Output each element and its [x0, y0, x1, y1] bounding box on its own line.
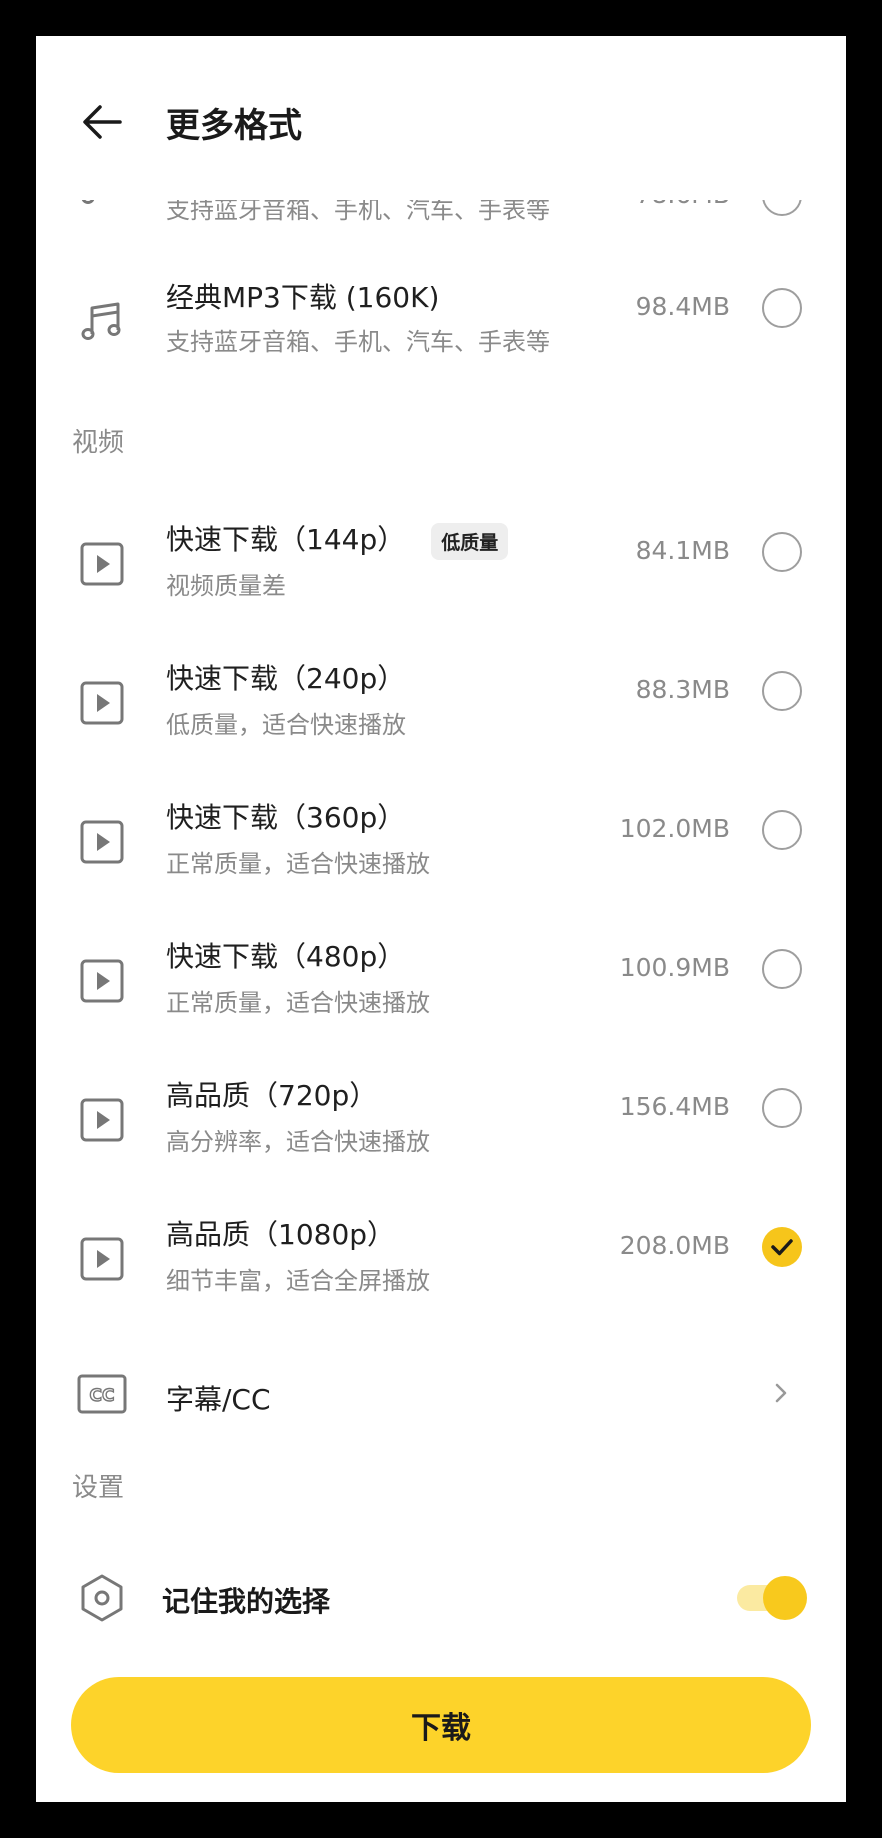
back-arrow-icon[interactable]	[74, 94, 130, 150]
video-option-radio[interactable]	[762, 671, 802, 711]
video-option-radio-selected[interactable]	[762, 1227, 802, 1267]
audio-option-name: 经典MP3下载 (160K)	[166, 281, 440, 314]
play-icon	[80, 1237, 124, 1281]
video-option-row[interactable]: 快速下载（480p） 正常质量，适合快速播放 100.9MB	[36, 931, 846, 1051]
section-title-video: 视频	[72, 428, 125, 458]
play-icon	[80, 1098, 124, 1142]
video-option-radio[interactable]	[762, 949, 802, 989]
low-quality-badge: 低质量	[431, 522, 509, 560]
video-option-size: 208.0MB	[619, 1231, 730, 1260]
checkmark-icon	[771, 1239, 793, 1256]
video-option-name: 快速下载（240p）	[166, 662, 406, 695]
page-title: 更多格式	[166, 106, 302, 146]
video-option-desc: 正常质量，适合快速播放	[166, 989, 430, 1017]
video-option-name: 高品质（1080p）	[166, 1218, 396, 1251]
audio-option-size: 98.4MB	[635, 292, 730, 321]
remember-choice-label: 记住我的选择	[162, 1585, 331, 1618]
remember-choice-row[interactable]: 记住我的选择	[36, 1548, 846, 1648]
header-bar: 更多格式	[36, 36, 846, 200]
format-screen: 支持蓝牙音箱、手机、汽车、手表等 78.6MB 经典MP3下载 (160K) 支…	[36, 36, 846, 1802]
video-option-row[interactable]: 快速下载（360p） 正常质量，适合快速播放 102.0MB	[36, 792, 846, 912]
audio-option-row[interactable]: 经典MP3下载 (160K) 支持蓝牙音箱、手机、汽车、手表等 98.4MB	[36, 272, 846, 392]
video-option-radio[interactable]	[762, 1088, 802, 1128]
play-icon	[80, 959, 124, 1003]
svg-text:CC: CC	[90, 1386, 115, 1406]
video-option-row[interactable]: 快速下载（240p） 低质量，适合快速播放 88.3MB	[36, 653, 846, 773]
video-option-desc: 高分辨率，适合快速播放	[166, 1128, 430, 1156]
video-option-desc: 正常质量，适合快速播放	[166, 850, 430, 878]
play-icon	[80, 820, 124, 864]
video-option-radio[interactable]	[762, 532, 802, 572]
video-option-size: 88.3MB	[635, 675, 730, 704]
audio-option-desc: 支持蓝牙音箱、手机、汽车、手表等	[166, 328, 550, 356]
video-option-row[interactable]: 快速下载（144p） 低质量 视频质量差 84.1MB	[36, 514, 846, 634]
video-option-name: 快速下载（144p） 低质量	[166, 518, 509, 560]
video-option-radio[interactable]	[762, 810, 802, 850]
play-icon	[80, 681, 124, 725]
video-option-desc: 细节丰富，适合全屏播放	[166, 1267, 430, 1295]
video-option-size: 156.4MB	[619, 1092, 730, 1121]
video-option-size: 84.1MB	[635, 536, 730, 565]
video-option-size: 102.0MB	[619, 814, 730, 843]
video-option-name: 快速下载（480p）	[166, 940, 406, 973]
audio-option-radio[interactable]	[762, 288, 802, 328]
video-option-desc: 视频质量差	[166, 572, 286, 600]
subtitles-label: 字幕/CC	[166, 1383, 271, 1416]
remember-toggle-knob[interactable]	[763, 1576, 807, 1620]
subtitles-row[interactable]: CC 字幕/CC	[36, 1348, 846, 1440]
video-option-desc: 低质量，适合快速播放	[166, 711, 406, 739]
video-option-row[interactable]: 高品质（720p） 高分辨率，适合快速播放 156.4MB	[36, 1070, 846, 1190]
video-option-name: 快速下载（360p）	[166, 801, 406, 834]
video-option-size: 100.9MB	[619, 953, 730, 982]
section-title-settings: 设置	[72, 1473, 125, 1503]
download-button[interactable]: 下载	[71, 1677, 811, 1773]
play-icon	[80, 542, 124, 586]
settings-hexagon-icon	[81, 1574, 123, 1622]
video-option-label: 快速下载（144p）	[166, 523, 406, 556]
video-option-name: 高品质（720p）	[166, 1079, 378, 1112]
chevron-right-icon	[775, 1383, 787, 1403]
video-option-row[interactable]: 高品质（1080p） 细节丰富，适合全屏播放 208.0MB	[36, 1209, 846, 1329]
cc-icon: CC	[77, 1374, 127, 1414]
music-note-icon	[81, 302, 121, 340]
